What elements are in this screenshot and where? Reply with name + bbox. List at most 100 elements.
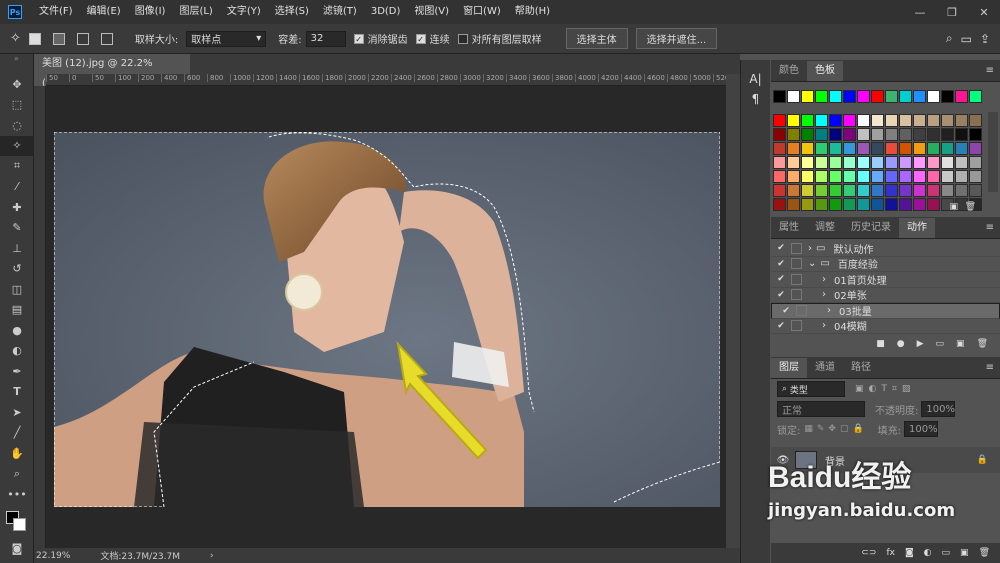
color-swatch[interactable] bbox=[885, 142, 898, 155]
color-swatch[interactable] bbox=[969, 142, 982, 155]
color-swatch[interactable] bbox=[941, 184, 954, 197]
color-swatch[interactable] bbox=[857, 170, 870, 183]
color-swatch[interactable] bbox=[913, 142, 926, 155]
color-swatch[interactable] bbox=[885, 114, 898, 127]
magic-wand-tool-icon[interactable]: ✧ bbox=[0, 135, 34, 156]
color-swatch[interactable] bbox=[801, 128, 814, 141]
brush-tool-icon[interactable]: ✎ bbox=[0, 218, 34, 239]
color-swatch[interactable] bbox=[885, 128, 898, 141]
color-swatch[interactable] bbox=[955, 114, 968, 127]
color-swatch[interactable] bbox=[843, 170, 856, 183]
link-layers-icon[interactable]: ⊂⊃ bbox=[861, 548, 876, 558]
select-subject-button[interactable]: 选择主体 bbox=[565, 28, 628, 49]
lasso-tool-icon[interactable]: ◌ bbox=[0, 115, 34, 136]
tab-layers_panel-0[interactable]: 图层 bbox=[771, 358, 807, 378]
color-swatch[interactable] bbox=[815, 156, 828, 169]
color-swatch[interactable] bbox=[829, 128, 842, 141]
color-swatch[interactable] bbox=[857, 184, 870, 197]
dialog-toggle[interactable] bbox=[791, 273, 802, 285]
color-swatch[interactable] bbox=[955, 184, 968, 197]
new-group-icon[interactable]: ▭ bbox=[942, 548, 951, 558]
color-swatch[interactable] bbox=[773, 198, 786, 211]
paragraph-panel-icon[interactable]: ¶ bbox=[741, 92, 770, 106]
selection-mode-add[interactable] bbox=[52, 32, 69, 45]
color-picker[interactable] bbox=[0, 505, 34, 539]
menu-item[interactable]: 滤镜(T) bbox=[316, 0, 364, 24]
color-swatch[interactable] bbox=[815, 114, 828, 127]
color-swatch[interactable] bbox=[941, 170, 954, 183]
color-swatch[interactable] bbox=[815, 170, 828, 183]
selection-mode-new[interactable] bbox=[28, 32, 45, 45]
color-swatch[interactable] bbox=[787, 170, 800, 183]
color-swatch[interactable] bbox=[801, 156, 814, 169]
swatch-scrollbar[interactable] bbox=[988, 112, 998, 192]
eyedropper-tool-icon[interactable]: ⁄ bbox=[0, 177, 34, 198]
color-swatch[interactable] bbox=[815, 142, 828, 155]
color-swatch[interactable] bbox=[857, 128, 870, 141]
path-selection-tool-icon[interactable]: ➤ bbox=[0, 402, 34, 423]
color-swatch[interactable] bbox=[941, 90, 954, 103]
color-swatch[interactable] bbox=[829, 198, 842, 211]
color-swatch[interactable] bbox=[871, 184, 884, 197]
color-swatch[interactable] bbox=[815, 184, 828, 197]
color-swatch[interactable] bbox=[815, 128, 828, 141]
color-swatch[interactable] bbox=[913, 114, 926, 127]
color-swatch[interactable] bbox=[857, 198, 870, 211]
color-swatch[interactable] bbox=[843, 142, 856, 155]
color-swatch[interactable] bbox=[927, 198, 940, 211]
gradient-tool-icon[interactable]: ▤ bbox=[0, 300, 34, 321]
stop-icon[interactable]: ■ bbox=[876, 339, 885, 349]
tab-actions_panel-1[interactable]: 调整 bbox=[807, 218, 843, 238]
new-set-icon[interactable]: ▭ bbox=[936, 339, 945, 349]
quick-mask-icon[interactable]: ◙ bbox=[0, 539, 34, 560]
color-swatch[interactable] bbox=[941, 114, 954, 127]
color-swatch[interactable] bbox=[815, 90, 828, 103]
new-swatch-icon[interactable]: ▣ bbox=[949, 202, 958, 212]
color-swatch[interactable] bbox=[801, 198, 814, 211]
delete-swatch-icon[interactable]: 🗑 bbox=[965, 202, 976, 212]
color-swatch[interactable] bbox=[801, 170, 814, 183]
color-swatch[interactable] bbox=[899, 170, 912, 183]
menu-item[interactable]: 选择(S) bbox=[268, 0, 316, 24]
color-swatch[interactable] bbox=[773, 170, 786, 183]
color-swatch[interactable] bbox=[843, 128, 856, 141]
layer-filter-select[interactable]: ⌕ 类型 bbox=[777, 381, 845, 397]
color-swatch[interactable] bbox=[829, 184, 842, 197]
color-swatch[interactable] bbox=[927, 90, 940, 103]
color-swatch[interactable] bbox=[969, 184, 982, 197]
panel-menu-icon[interactable]: ≡ bbox=[986, 358, 994, 378]
dodge-tool-icon[interactable]: ◐ bbox=[0, 341, 34, 362]
checkmark-icon[interactable]: ✔ bbox=[776, 306, 796, 316]
contiguous-checkbox[interactable]: ✓ 连续 bbox=[415, 31, 450, 46]
marquee-tool-icon[interactable]: ⬚ bbox=[0, 95, 34, 116]
workspace-icon[interactable]: ▭ bbox=[961, 32, 972, 46]
checkmark-icon[interactable]: ✔ bbox=[771, 274, 791, 284]
color-swatch[interactable] bbox=[843, 184, 856, 197]
tab-actions_panel-0[interactable]: 属性 bbox=[771, 218, 807, 238]
action-row[interactable]: ✔ › 03批量 bbox=[771, 303, 1000, 319]
color-swatch[interactable] bbox=[899, 90, 912, 103]
color-swatch[interactable] bbox=[927, 128, 940, 141]
color-swatch[interactable] bbox=[899, 198, 912, 211]
search-icon[interactable]: ⌕ bbox=[946, 31, 953, 46]
tab-actions_panel-3[interactable]: 动作 bbox=[899, 218, 935, 238]
action-row[interactable]: ✔ › 04模糊 bbox=[771, 319, 1000, 334]
menu-item[interactable]: 编辑(E) bbox=[80, 0, 128, 24]
color-swatch[interactable] bbox=[773, 142, 786, 155]
menu-item[interactable]: 窗口(W) bbox=[456, 0, 508, 24]
clone-stamp-tool-icon[interactable]: ⊥ bbox=[0, 238, 34, 259]
color-swatch[interactable] bbox=[829, 90, 842, 103]
action-row[interactable]: ✔ ⌄ ▭ 百度经验 bbox=[771, 257, 1000, 272]
color-swatch[interactable] bbox=[773, 90, 786, 103]
anti-alias-checkbox[interactable]: ✓ 消除锯齿 bbox=[353, 31, 408, 46]
color-swatch[interactable] bbox=[801, 90, 814, 103]
color-swatch[interactable] bbox=[899, 128, 912, 141]
color-swatch[interactable] bbox=[885, 156, 898, 169]
panel-menu-icon[interactable]: ≡ bbox=[986, 61, 994, 81]
selection-mode-intersect[interactable] bbox=[100, 32, 117, 45]
character-panel-icon[interactable]: A| bbox=[741, 72, 770, 86]
color-swatch[interactable] bbox=[913, 128, 926, 141]
color-swatch[interactable] bbox=[899, 114, 912, 127]
tolerance-input[interactable]: 32 bbox=[305, 30, 346, 47]
record-icon[interactable]: ● bbox=[897, 339, 905, 349]
